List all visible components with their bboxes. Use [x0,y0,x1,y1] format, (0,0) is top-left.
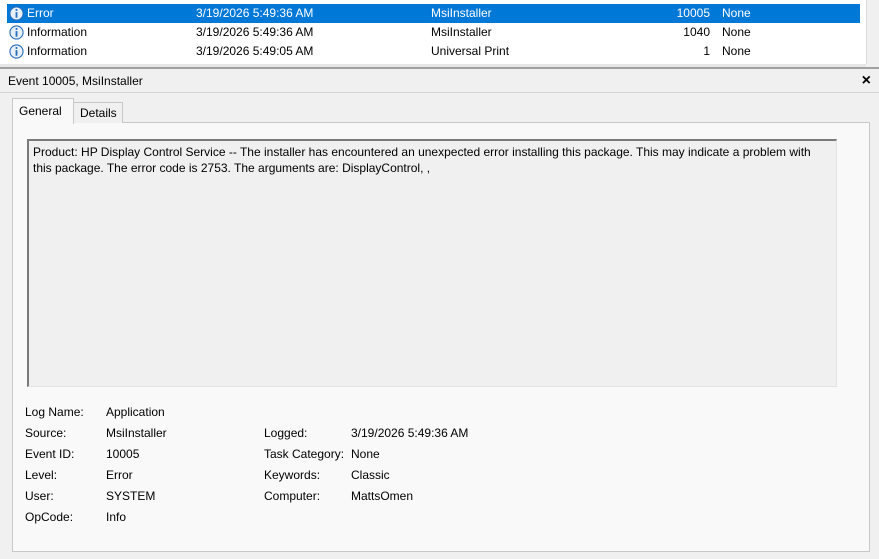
task-category-label: Task Category: [264,447,345,461]
event-date: 3/19/2026 5:49:05 AM [196,44,314,58]
computer-value: MattsOmen [351,489,414,503]
event-task-category: None [722,6,751,20]
event-level: Error [27,6,54,20]
event-row[interactable]: Information 3/19/2026 5:49:05 AM Univers… [7,42,860,61]
logged-label: Logged: [264,426,308,440]
pane-splitter[interactable] [0,67,879,69]
tab-general[interactable]: General [12,98,74,124]
user-label: User: [25,489,54,503]
event-source: MsiInstaller [431,6,492,20]
event-task-category: None [722,25,751,39]
logged-value: 3/19/2026 5:49:36 AM [351,426,469,440]
event-level: Information [27,25,88,39]
event-source: Universal Print [431,44,510,58]
event-level: Information [27,44,88,58]
opcode-label: OpCode: [25,510,74,524]
detail-title: Event 10005, MsiInstaller [8,74,143,88]
event-date: 3/19/2026 5:49:36 AM [196,25,314,39]
level-value: Error [106,468,133,482]
event-source: MsiInstaller [431,25,492,39]
event-description[interactable]: Product: HP Display Control Service -- T… [27,139,837,387]
event-list[interactable]: Error 3/19/2026 5:49:36 AM MsiInstaller … [0,0,867,64]
event-id: 1040 [683,25,710,39]
event-date: 3/19/2026 5:49:36 AM [196,6,314,20]
detail-header: Event 10005, MsiInstaller × [0,70,879,93]
event-id: 10005 [676,6,710,20]
info-circle-icon [9,6,24,21]
source-label: Source: [25,426,67,440]
log-name-label: Log Name: [25,405,84,419]
close-icon[interactable]: × [862,70,871,92]
opcode-value: Info [106,510,127,524]
user-value: SYSTEM [106,489,156,503]
source-value: MsiInstaller [106,426,167,440]
event-id-value: 10005 [106,447,140,461]
event-task-category: None [722,44,751,58]
event-id-label: Event ID: [25,447,75,461]
task-category-value: None [351,447,380,461]
tab-details[interactable]: Details [73,102,123,123]
event-row[interactable]: Information 3/19/2026 5:49:36 AM MsiInst… [7,23,860,42]
computer-label: Computer: [264,489,321,503]
info-circle-icon [9,44,24,59]
keywords-value: Classic [351,468,390,482]
event-row-selected[interactable]: Error 3/19/2026 5:49:36 AM MsiInstaller … [7,4,860,23]
level-label: Level: [25,468,58,482]
log-name-value: Application [106,405,165,419]
event-id: 1 [703,44,710,58]
info-circle-icon [9,25,24,40]
keywords-label: Keywords: [264,468,321,482]
